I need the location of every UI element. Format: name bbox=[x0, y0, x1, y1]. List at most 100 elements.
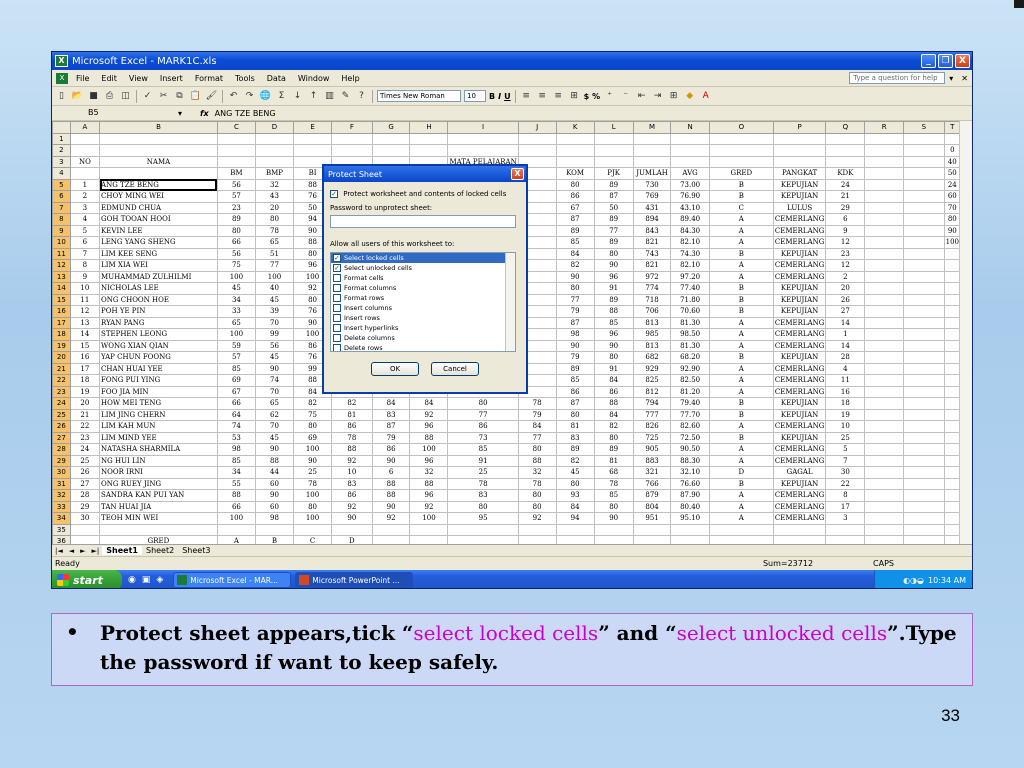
table-cell[interactable]: 17 bbox=[69, 362, 101, 375]
table-cell[interactable]: 27 bbox=[825, 305, 866, 318]
table-cell[interactable]: 97.20 bbox=[670, 270, 710, 283]
table-cell[interactable]: 821 bbox=[632, 236, 672, 249]
table-cell[interactable]: MUHAMMAD ZULHILMI bbox=[99, 270, 218, 283]
table-cell[interactable] bbox=[708, 155, 774, 168]
table-cell[interactable]: 730 bbox=[632, 178, 672, 191]
table-cell[interactable]: SANDRA KAN PUI YAN bbox=[99, 489, 218, 502]
table-cell[interactable] bbox=[670, 132, 710, 145]
table-cell[interactable]: 813 bbox=[632, 339, 672, 352]
table-cell[interactable]: 62 bbox=[254, 408, 295, 421]
table-cell[interactable]: A bbox=[708, 224, 774, 237]
column-header[interactable]: J bbox=[517, 121, 557, 134]
table-cell[interactable] bbox=[670, 535, 710, 544]
table-cell[interactable] bbox=[825, 144, 866, 157]
table-cell[interactable] bbox=[864, 293, 904, 306]
table-cell[interactable] bbox=[902, 420, 945, 433]
table-cell[interactable] bbox=[864, 408, 904, 421]
row-header[interactable]: 2 bbox=[52, 144, 71, 157]
table-cell[interactable]: A bbox=[708, 316, 774, 329]
table-cell[interactable]: 90 bbox=[371, 500, 411, 513]
sort-desc-icon[interactable]: ↑ bbox=[307, 90, 320, 103]
table-cell[interactable]: KEPUJIAN bbox=[772, 178, 827, 191]
table-cell[interactable]: LULUS bbox=[772, 201, 827, 214]
print-icon[interactable]: ⎙ bbox=[103, 90, 116, 103]
table-cell[interactable]: 89 bbox=[593, 213, 634, 226]
table-cell[interactable] bbox=[216, 523, 256, 536]
table-cell[interactable]: 6 bbox=[825, 213, 866, 226]
tray-icons[interactable]: ◐◑◒ bbox=[903, 576, 924, 585]
table-cell[interactable]: 59 bbox=[216, 339, 256, 352]
table-cell[interactable]: 79 bbox=[555, 351, 595, 364]
table-cell[interactable]: FOO JIA MIN bbox=[99, 385, 218, 398]
table-cell[interactable]: 68 bbox=[593, 466, 634, 479]
table-cell[interactable] bbox=[555, 144, 595, 157]
table-cell[interactable]: 100 bbox=[216, 328, 256, 341]
table-cell[interactable]: 83 bbox=[371, 408, 411, 421]
row-header[interactable]: 22 bbox=[52, 374, 71, 387]
table-cell[interactable]: CEMERLANG bbox=[772, 259, 827, 272]
table-cell[interactable]: 80 bbox=[555, 477, 595, 490]
table-cell[interactable] bbox=[864, 282, 904, 295]
table-cell[interactable]: 100 bbox=[293, 443, 333, 456]
table-cell[interactable]: 25 bbox=[825, 431, 866, 444]
table-cell[interactable]: 45 bbox=[216, 282, 256, 295]
column-header[interactable]: K bbox=[555, 121, 595, 134]
table-cell[interactable]: 69 bbox=[293, 431, 333, 444]
table-cell[interactable] bbox=[864, 512, 904, 525]
sort-asc-icon[interactable]: ↓ bbox=[291, 90, 304, 103]
table-cell[interactable] bbox=[555, 535, 595, 544]
checkbox-icon[interactable] bbox=[333, 294, 341, 302]
table-cell[interactable]: 88 bbox=[409, 431, 449, 444]
table-cell[interactable]: 22 bbox=[69, 420, 101, 433]
table-cell[interactable] bbox=[902, 374, 945, 387]
table-cell[interactable]: B bbox=[708, 477, 774, 490]
table-cell[interactable] bbox=[216, 155, 256, 168]
row-header[interactable]: 33 bbox=[52, 500, 71, 513]
table-cell[interactable]: 89 bbox=[555, 224, 595, 237]
table-cell[interactable]: 81 bbox=[331, 408, 373, 421]
permission-option[interactable]: Insert columns bbox=[331, 303, 515, 313]
table-cell[interactable]: 87 bbox=[593, 190, 634, 203]
table-cell[interactable]: 80 bbox=[517, 500, 557, 513]
table-cell[interactable]: A bbox=[708, 374, 774, 387]
column-header[interactable]: H bbox=[409, 121, 449, 134]
percent-button[interactable]: % bbox=[592, 92, 600, 101]
table-cell[interactable]: 45 bbox=[254, 293, 295, 306]
table-cell[interactable]: 90 bbox=[254, 489, 295, 502]
table-cell[interactable]: 26 bbox=[825, 293, 866, 306]
table-cell[interactable] bbox=[902, 328, 945, 341]
table-cell[interactable] bbox=[772, 535, 827, 544]
table-cell[interactable] bbox=[216, 132, 256, 145]
table-cell[interactable] bbox=[902, 362, 945, 375]
table-cell[interactable] bbox=[902, 351, 945, 364]
formula-content[interactable]: ANG TZE BENG bbox=[215, 109, 276, 118]
table-cell[interactable] bbox=[216, 144, 256, 157]
column-header[interactable]: Q bbox=[825, 121, 866, 134]
table-cell[interactable]: 8 bbox=[69, 259, 101, 272]
open-icon[interactable]: 📂 bbox=[71, 90, 84, 103]
table-cell[interactable]: JUMLAH bbox=[632, 167, 672, 180]
table-cell[interactable]: 23 bbox=[216, 201, 256, 214]
undo-icon[interactable]: ↶ bbox=[227, 90, 240, 103]
row-header[interactable]: 15 bbox=[52, 293, 71, 306]
table-cell[interactable]: 78 bbox=[593, 477, 634, 490]
table-cell[interactable]: 812 bbox=[632, 385, 672, 398]
table-cell[interactable]: 82 bbox=[293, 397, 333, 410]
row-header[interactable]: 32 bbox=[52, 489, 71, 502]
table-cell[interactable]: 88 bbox=[517, 454, 557, 467]
table-cell[interactable]: 86 bbox=[593, 385, 634, 398]
hyperlink-icon[interactable]: 🌐 bbox=[259, 90, 272, 103]
table-cell[interactable]: LIM XIA WEI bbox=[99, 259, 218, 272]
table-cell[interactable] bbox=[902, 224, 945, 237]
table-cell[interactable]: A bbox=[708, 454, 774, 467]
table-cell[interactable]: CEMERLANG bbox=[772, 385, 827, 398]
table-cell[interactable]: KEPUJIAN bbox=[772, 282, 827, 295]
table-cell[interactable]: 5 bbox=[69, 224, 101, 237]
table-cell[interactable]: 90 bbox=[555, 270, 595, 283]
dialog-close-button[interactable]: X bbox=[511, 168, 524, 180]
table-cell[interactable] bbox=[254, 144, 295, 157]
table-cell[interactable]: 84 bbox=[517, 420, 557, 433]
column-header[interactable]: N bbox=[670, 121, 710, 134]
table-cell[interactable] bbox=[902, 397, 945, 410]
workbook-icon[interactable]: X bbox=[56, 72, 68, 84]
